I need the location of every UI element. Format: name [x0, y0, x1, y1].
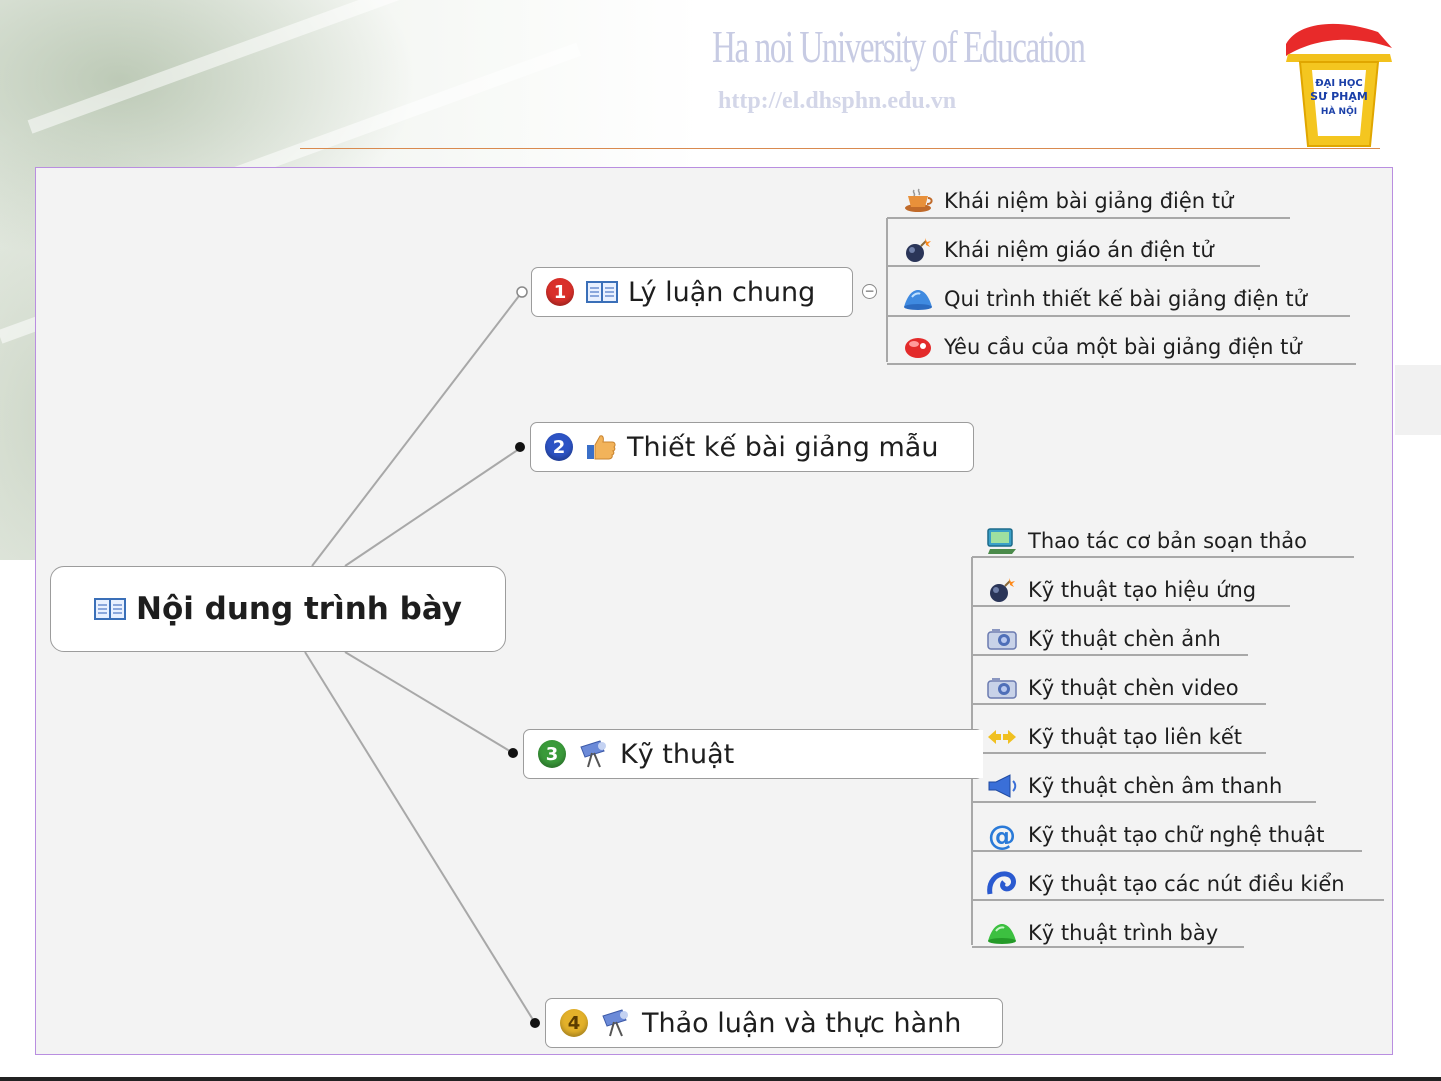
subtopic-label: Kỹ thuật tạo hiệu ứng	[1028, 578, 1257, 602]
swirl-icon	[986, 870, 1018, 898]
subtopic-label: Kỹ thuật chèn video	[1028, 676, 1239, 700]
central-topic[interactable]: Nội dung trình bày	[50, 566, 506, 652]
university-url[interactable]: http://el.dhsphn.edu.vn	[718, 88, 956, 115]
branch-label: Lý luận chung	[628, 276, 816, 308]
coffee-cup-icon	[902, 188, 934, 214]
subtopic-label: Kỹ thuật tạo liên kết	[1028, 725, 1243, 749]
branch-label: Kỹ thuật	[620, 738, 735, 770]
branch-thiet-ke-bai-giang-mau[interactable]: 2 Thiết kế bài giảng mẫu	[530, 422, 974, 472]
subtopic-label: Kỹ thuật chèn ảnh	[1028, 627, 1221, 651]
blue-triangle-icon	[902, 287, 934, 311]
subtopic-tao-lien-ket[interactable]: Kỹ thuật tạo liên kết	[986, 720, 1242, 754]
subtopic-label: Kỹ thuật trình bày	[1028, 921, 1219, 945]
subtopic-label: Kỹ thuật chèn âm thanh	[1028, 774, 1283, 798]
subtopic-thao-tac-co-ban[interactable]: Thao tác cơ bản soạn thảo	[986, 524, 1307, 558]
camera-icon	[986, 627, 1018, 651]
telescope-icon	[578, 739, 610, 769]
subtopic-nut-dieu-khien[interactable]: Kỹ thuật tạo các nút điều kiển	[986, 867, 1345, 901]
red-ball-icon	[902, 334, 934, 360]
megaphone-icon	[986, 773, 1018, 799]
branch-ky-thuat-overlay	[745, 730, 983, 778]
subtopic-chen-anh[interactable]: Kỹ thuật chèn ảnh	[986, 622, 1221, 656]
subtopic-chen-am-thanh[interactable]: Kỹ thuật chèn âm thanh	[986, 769, 1282, 803]
subtopic-tao-hieu-ung[interactable]: Kỹ thuật tạo hiệu ứng	[986, 573, 1256, 607]
subtopic-label: Qui trình thiết kế bài giảng điện tử	[944, 287, 1307, 311]
logo-text-3: HÀ NỘI	[1321, 105, 1357, 117]
priority-4-badge: 4	[560, 1009, 588, 1037]
book-icon	[586, 280, 618, 304]
university-name: Ha noi University of Education	[712, 21, 1086, 72]
book-icon	[94, 597, 126, 621]
branch-thao-luan-thuc-hanh[interactable]: 4 Thảo luận và thực hành	[545, 998, 1003, 1048]
side-decoration	[1395, 365, 1441, 435]
subtopic-chu-nghe-thuat[interactable]: @ Kỹ thuật tạo chữ nghệ thuật	[986, 818, 1324, 852]
subtopic-label: Yêu cầu của một bài giảng điện tử	[944, 335, 1302, 359]
monitor-icon	[986, 527, 1018, 555]
subtopic-label: Kỹ thuật tạo các nút điều kiển	[1028, 872, 1345, 896]
priority-1-badge: 1	[546, 278, 574, 306]
subtopic-chen-video[interactable]: Kỹ thuật chèn video	[986, 671, 1239, 705]
subtopic-trinh-bay[interactable]: Kỹ thuật trình bày	[986, 916, 1218, 950]
subtopic-khai-niem-bai-giang[interactable]: Khái niệm bài giảng điện tử	[902, 184, 1233, 218]
subtopic-label: Kỹ thuật tạo chữ nghệ thuật	[1028, 823, 1325, 847]
branch-label: Thảo luận và thực hành	[642, 1007, 962, 1039]
bottom-border	[0, 1077, 1441, 1081]
university-logo: ĐẠI HỌC SƯ PHẠM HÀ NỘI	[1286, 23, 1392, 147]
telescope-icon	[600, 1008, 632, 1038]
logo-text-1: ĐẠI HỌC	[1315, 78, 1363, 89]
bomb-icon	[902, 237, 934, 263]
central-topic-label: Nội dung trình bày	[136, 591, 462, 627]
subtopic-qui-trinh-thiet-ke[interactable]: Qui trình thiết kế bài giảng điện tử	[902, 282, 1307, 316]
subtopic-label: Thao tác cơ bản soạn thảo	[1028, 529, 1308, 553]
collapse-toggle[interactable]: −	[862, 284, 877, 299]
branch-ly-luan-chung[interactable]: 1 Lý luận chung	[531, 267, 853, 317]
arrows-icon	[986, 726, 1018, 748]
subtopic-khai-niem-giao-an[interactable]: Khái niệm giáo án điện tử	[902, 233, 1214, 267]
camera-icon	[986, 676, 1018, 700]
subtopic-label: Khái niệm bài giảng điện tử	[944, 189, 1234, 213]
priority-3-badge: 3	[538, 740, 566, 768]
logo-text-2: SƯ PHẠM	[1310, 90, 1368, 103]
branch-label: Thiết kế bài giảng mẫu	[627, 431, 939, 463]
header-divider	[300, 148, 1380, 149]
thumbs-up-icon	[585, 433, 617, 461]
subtopic-label: Khái niệm giáo án điện tử	[944, 238, 1214, 262]
subtopic-yeu-cau[interactable]: Yêu cầu của một bài giảng điện tử	[902, 330, 1302, 364]
priority-2-badge: 2	[545, 433, 573, 461]
green-triangle-icon	[986, 921, 1018, 945]
at-sign-icon: @	[988, 818, 1016, 852]
bomb-icon	[986, 577, 1018, 603]
